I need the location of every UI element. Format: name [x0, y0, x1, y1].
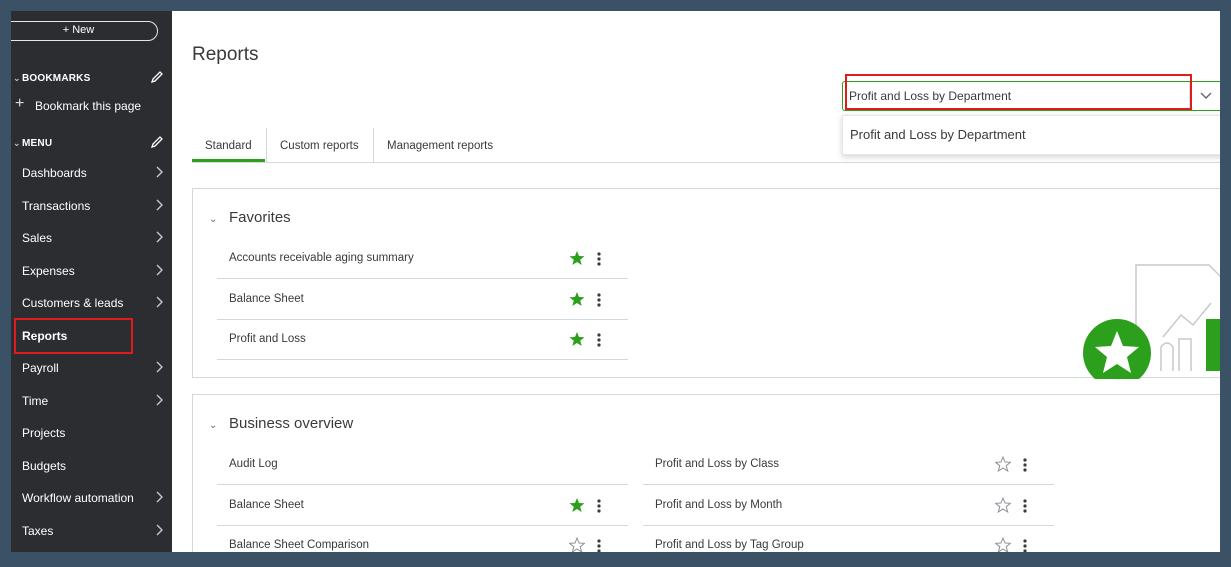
business-overview-header[interactable]: ⌄ Business overview — [209, 415, 353, 432]
report-row[interactable]: Accounts receivable aging summary — [217, 239, 628, 279]
new-button[interactable]: + New — [11, 21, 158, 41]
star-filled-icon[interactable] — [569, 250, 585, 266]
app-window: + New ⌄ BOOKMARKS + Bookmark this page ⌄… — [11, 11, 1220, 552]
report-name-link[interactable]: Profit and Loss by Class — [655, 458, 779, 470]
star-outline-icon[interactable] — [995, 456, 1011, 472]
report-name-link[interactable]: Audit Log — [229, 458, 278, 470]
report-name-link[interactable]: Balance Sheet — [229, 499, 304, 511]
chevron-down-icon — [1200, 92, 1212, 100]
tab-management-reports[interactable]: Management reports — [374, 128, 514, 162]
sidebar-item-customers-leads[interactable]: Customers & leads — [11, 289, 172, 317]
report-row[interactable]: Profit and Loss by Tag Group — [643, 526, 1054, 552]
chevron-right-icon — [156, 199, 163, 210]
sidebar-item-dashboards[interactable]: Dashboards — [11, 159, 172, 187]
report-row[interactable]: Profit and Loss by Class — [643, 445, 1054, 485]
chevron-right-icon — [156, 394, 163, 405]
chevron-right-icon — [156, 166, 163, 178]
report-row[interactable]: Profit and Loss — [217, 320, 628, 360]
more-options-icon[interactable] — [1020, 537, 1030, 552]
star-outline-icon[interactable] — [995, 537, 1011, 552]
menu-heading[interactable]: ⌄ MENU — [11, 135, 172, 155]
sidebar-item-sales[interactable]: Sales — [11, 224, 172, 252]
report-row[interactable]: Audit Log — [217, 445, 628, 485]
report-name-link[interactable]: Profit and Loss — [229, 333, 306, 345]
star-filled-icon[interactable] — [569, 331, 585, 347]
sidebar-item-transactions[interactable]: Transactions — [11, 192, 172, 220]
sidebar-item-projects[interactable]: Projects — [11, 419, 172, 447]
favorites-header[interactable]: ⌄ Favorites — [209, 209, 291, 226]
collapse-caret-icon: ⌄ — [209, 420, 218, 431]
chevron-right-icon — [156, 231, 163, 243]
sidebar-item-taxes[interactable]: Taxes — [11, 517, 172, 545]
more-options-icon[interactable] — [1020, 497, 1030, 515]
report-search-input[interactable] — [849, 87, 1179, 105]
report-search-box[interactable] — [842, 81, 1220, 111]
sidebar-item-payroll[interactable]: Payroll — [11, 354, 172, 382]
chevron-right-icon — [156, 524, 163, 535]
sidebar-item-budgets[interactable]: Budgets — [11, 452, 172, 480]
report-row[interactable]: Balance Sheet — [217, 280, 628, 320]
report-name-link[interactable]: Profit and Loss by Tag Group — [655, 539, 804, 551]
star-filled-icon[interactable] — [569, 497, 585, 513]
chevron-right-icon — [156, 491, 163, 503]
collapse-caret-icon: ⌄ — [209, 214, 218, 225]
more-options-icon[interactable] — [594, 537, 604, 552]
report-row[interactable]: Balance Sheet Comparison — [217, 526, 628, 552]
search-dropdown-toggle[interactable] — [1189, 82, 1220, 109]
more-options-icon[interactable] — [1020, 456, 1030, 474]
more-options-icon[interactable] — [594, 497, 604, 515]
sidebar-item-reports[interactable]: Reports — [11, 322, 172, 350]
report-row[interactable]: Balance Sheet — [217, 486, 628, 526]
tab-standard[interactable]: Standard — [192, 128, 265, 162]
bookmarks-heading[interactable]: ⌄ BOOKMARKS — [11, 70, 172, 90]
sidebar-item-expenses[interactable]: Expenses — [11, 257, 172, 285]
report-tabs: Standard Custom reports Management repor… — [192, 128, 1220, 163]
report-name-link[interactable]: Balance Sheet Comparison — [229, 539, 369, 551]
report-row[interactable]: Profit and Loss by Month — [643, 486, 1054, 526]
plus-icon: + — [15, 95, 25, 112]
chevron-right-icon — [156, 296, 163, 308]
report-name-link[interactable]: Balance Sheet — [229, 293, 304, 305]
star-filled-icon[interactable] — [569, 291, 585, 307]
more-options-icon[interactable] — [594, 331, 604, 349]
star-outline-icon[interactable] — [995, 496, 1011, 513]
chevron-right-icon — [156, 264, 163, 275]
main-content: Reports Profit and Loss by Department St… — [172, 11, 1220, 552]
favorites-card: ⌄ Favorites Accounts receivable aging sum… — [192, 188, 1220, 379]
pencil-icon[interactable] — [150, 70, 164, 84]
report-name-link[interactable]: Profit and Loss by Month — [655, 499, 782, 511]
sidebar: + New ⌄ BOOKMARKS + Bookmark this page ⌄… — [11, 11, 172, 552]
collapse-caret-icon: ⌄ — [13, 73, 21, 83]
business-overview-card: ⌄ Business overview Audit Log Balance Shee… — [192, 394, 1220, 552]
report-name-link[interactable]: Accounts receivable aging summary — [229, 252, 414, 264]
collapse-caret-icon: ⌄ — [13, 138, 21, 148]
more-options-icon[interactable] — [594, 291, 604, 309]
sidebar-item-workflow-automation[interactable]: Workflow automation — [11, 484, 172, 512]
star-outline-icon[interactable] — [569, 537, 585, 552]
favorites-illustration-icon — [1083, 264, 1220, 379]
chevron-right-icon — [156, 361, 163, 373]
page-title: Reports — [192, 44, 259, 65]
sidebar-item-time[interactable]: Time — [11, 387, 172, 415]
pencil-icon[interactable] — [150, 135, 164, 149]
tab-custom-reports[interactable]: Custom reports — [267, 128, 373, 162]
more-options-icon[interactable] — [594, 250, 604, 268]
